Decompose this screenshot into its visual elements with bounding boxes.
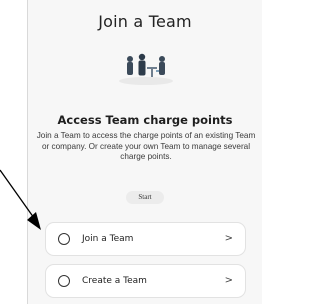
chevron-right-icon: > [224, 275, 233, 286]
create-team-option[interactable]: Create a Team > [45, 264, 246, 298]
team-illustration-icon [119, 53, 173, 85]
option-label: Create a Team [82, 276, 147, 286]
option-label: Join a Team [82, 234, 134, 244]
page-title: Join a Team [98, 12, 192, 31]
start-badge: Start [126, 191, 164, 204]
radio-icon[interactable] [58, 233, 70, 245]
chevron-right-icon: > [224, 233, 233, 244]
join-team-option[interactable]: Join a Team > [45, 222, 246, 256]
section-description: Join a Team to access the charge points … [36, 131, 256, 162]
join-team-panel: Join a Team Access Team charge points Jo… [27, 0, 262, 304]
radio-icon[interactable] [58, 275, 70, 287]
section-heading: Access Team charge points [57, 113, 233, 127]
